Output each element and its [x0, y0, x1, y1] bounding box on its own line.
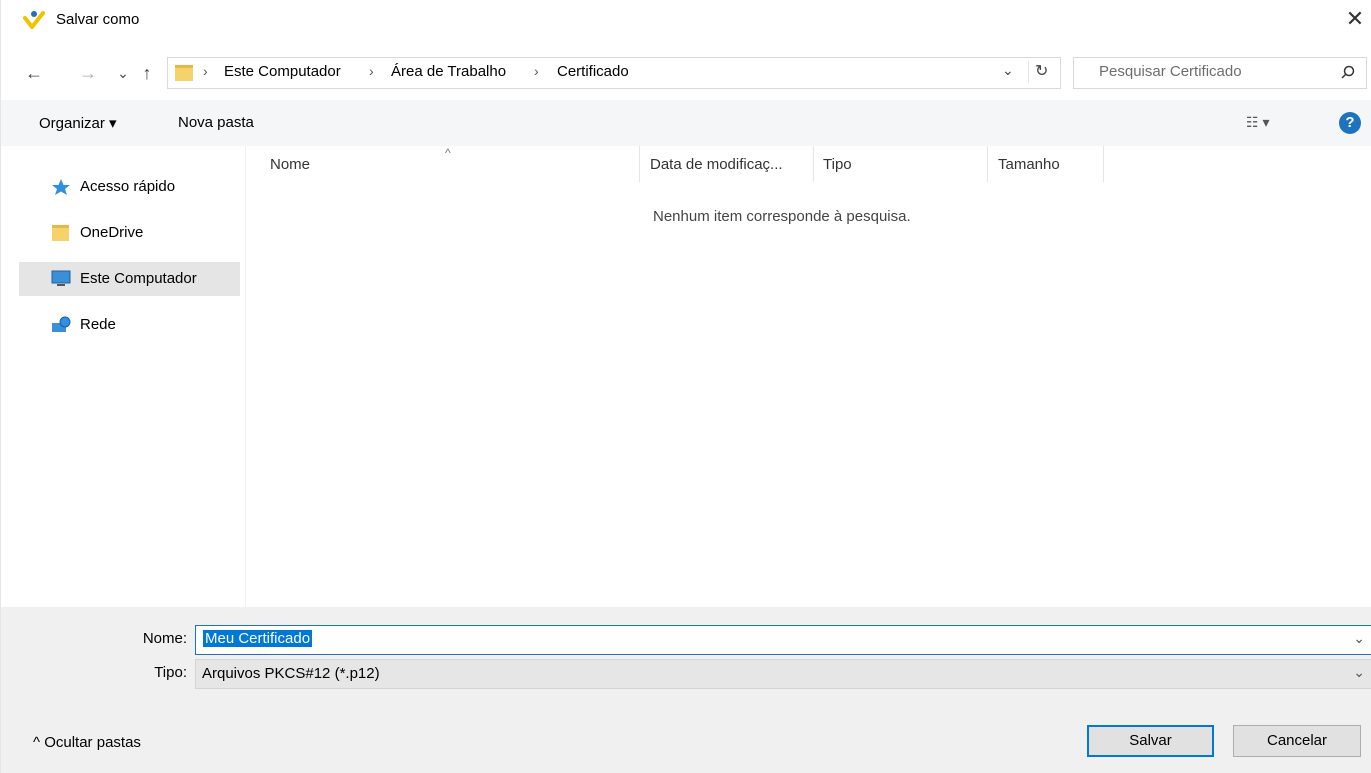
name-label: Nome:: [142, 630, 187, 647]
title-bar: Salvar como ✕: [1, 0, 1371, 40]
file-name-value: Meu Certificado: [203, 630, 313, 647]
column-divider[interactable]: [987, 146, 988, 182]
forward-arrow-icon[interactable]: →: [77, 60, 99, 86]
close-icon[interactable]: ✕: [1342, 6, 1368, 32]
type-label: Tipo:: [154, 664, 187, 681]
breadcrumb-area-de-trabalho[interactable]: Área de Trabalho: [391, 63, 506, 80]
refresh-icon[interactable]: ↻: [1028, 61, 1048, 83]
folder-icon: [175, 65, 193, 81]
help-icon[interactable]: ?: [1339, 112, 1361, 134]
address-dropdown-icon[interactable]: ⌄: [1002, 62, 1014, 79]
column-header-tipo[interactable]: Tipo: [823, 156, 852, 173]
up-folder-icon[interactable]: ↑: [136, 60, 158, 86]
recent-locations-icon[interactable]: ⌄: [112, 60, 134, 86]
sidebar-item-label: Rede: [80, 316, 116, 333]
breadcrumb-este-computador[interactable]: Este Computador: [224, 63, 341, 80]
breadcrumb-separator: ›: [203, 63, 208, 79]
search-icon[interactable]: [1340, 64, 1356, 80]
file-name-input[interactable]: Meu Certificado ⌄: [195, 625, 1371, 655]
save-form: Nome: Meu Certificado ⌄ Tipo: Arquivos P…: [1, 607, 1371, 773]
folder-icon: [52, 225, 69, 241]
sidebar-item-onedrive[interactable]: OneDrive: [19, 216, 240, 250]
breadcrumb-separator: ›: [369, 63, 374, 79]
hide-folders-button[interactable]: ^ Ocultar pastas: [33, 734, 141, 751]
cancel-button[interactable]: Cancelar: [1233, 725, 1361, 757]
search-placeholder: Pesquisar Certificado: [1099, 63, 1242, 80]
chevron-down-icon[interactable]: ⌄: [1353, 630, 1365, 647]
star-icon: [52, 179, 70, 195]
app-logo-icon: [23, 11, 45, 29]
column-divider[interactable]: [1103, 146, 1104, 182]
file-type-select[interactable]: Arquivos PKCS#12 (*.p12) ⌄: [195, 659, 1371, 689]
sidebar-item-este-computador[interactable]: Este Computador: [19, 262, 240, 296]
column-divider[interactable]: [813, 146, 814, 182]
window-title: Salvar como: [56, 11, 140, 28]
chevron-down-icon[interactable]: ⌄: [1353, 664, 1365, 681]
column-header-nome[interactable]: Nome: [270, 156, 310, 173]
file-type-value: Arquivos PKCS#12 (*.p12): [202, 665, 380, 682]
navigation-bar: ← → ⌄ ↑ › Este Computador › Área de Trab…: [1, 52, 1371, 98]
back-arrow-icon[interactable]: ←: [23, 60, 45, 86]
breadcrumb-separator: ›: [534, 63, 539, 79]
computer-icon: [51, 270, 71, 286]
pane-splitter[interactable]: [245, 146, 246, 607]
address-bar[interactable]: › Este Computador › Área de Trabalho › C…: [167, 57, 1061, 89]
sort-ascending-icon: ^: [445, 146, 451, 160]
search-input[interactable]: Pesquisar Certificado: [1073, 57, 1367, 89]
sidebar-item-label: Este Computador: [80, 270, 197, 287]
navigation-pane: Acesso rápido OneDrive Este Computador R…: [1, 146, 245, 607]
column-header-tamanho[interactable]: Tamanho: [998, 156, 1060, 173]
column-divider[interactable]: [639, 146, 640, 182]
organize-button[interactable]: Organizar ▾: [39, 114, 117, 132]
sidebar-item-acesso-rapido[interactable]: Acesso rápido: [19, 170, 240, 204]
network-icon: [52, 316, 71, 332]
save-as-dialog: Salvar como ✕ ← → ⌄ ↑ › Este Computador …: [0, 0, 1371, 773]
sidebar-item-label: OneDrive: [80, 224, 144, 241]
new-folder-button[interactable]: Nova pasta: [178, 114, 254, 131]
empty-list-message: Nenhum item corresponde à pesquisa.: [653, 208, 911, 225]
sidebar-item-label: Acesso rápido: [80, 178, 176, 195]
breadcrumb-certificado[interactable]: Certificado: [557, 63, 629, 80]
column-header-data[interactable]: Data de modificaç...: [650, 156, 783, 173]
save-button[interactable]: Salvar: [1087, 725, 1214, 757]
sidebar-item-rede[interactable]: Rede: [19, 308, 240, 342]
view-options-icon[interactable]: ☷ ▾: [1246, 114, 1269, 131]
command-toolbar: Organizar ▾ Nova pasta ☷ ▾ ?: [1, 100, 1371, 146]
